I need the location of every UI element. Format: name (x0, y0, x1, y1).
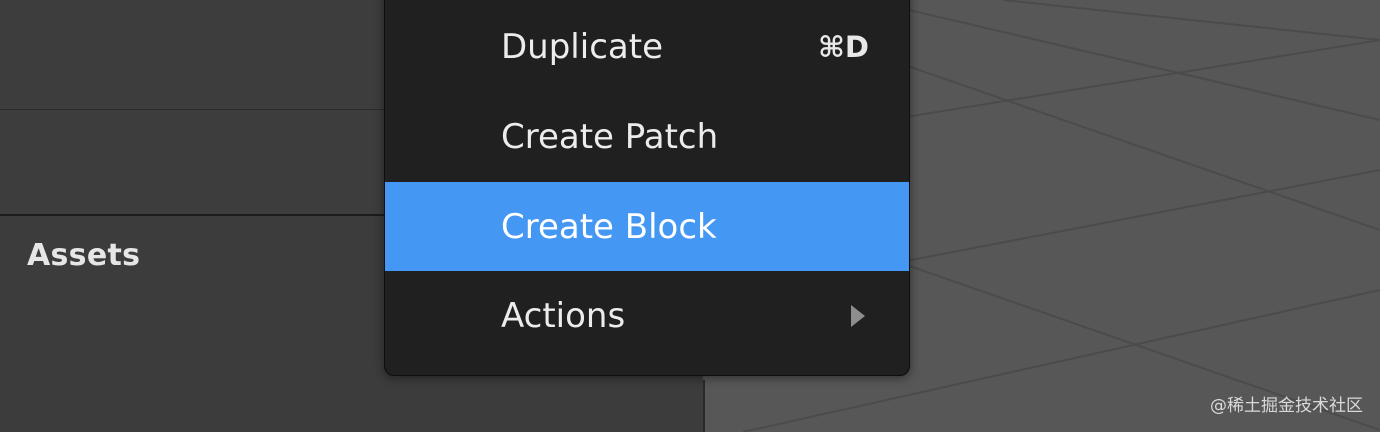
viewport-divider (703, 380, 705, 432)
chevron-right-icon (851, 304, 865, 327)
menu-item-label: Create Patch (501, 116, 719, 157)
menu-item-create-block[interactable]: Create Block (385, 182, 909, 271)
menu-item-label: Actions (501, 295, 626, 336)
assets-panel-title: Assets (27, 238, 141, 273)
menu-item-actions[interactable]: Actions (385, 271, 909, 360)
menu-item-label: Duplicate (501, 26, 663, 67)
context-menu: Duplicate ⌘D Create Patch Create Block A… (384, 0, 910, 376)
menu-item-create-patch[interactable]: Create Patch (385, 92, 909, 181)
app-window: Assets Duplicate ⌘D Create Patch Create … (0, 0, 1380, 432)
menu-item-duplicate[interactable]: Duplicate ⌘D (385, 2, 909, 91)
menu-item-label: Create Block (501, 206, 717, 247)
watermark: @稀土掘金技术社区 (1210, 396, 1363, 416)
shortcut-label: ⌘D (818, 29, 869, 64)
